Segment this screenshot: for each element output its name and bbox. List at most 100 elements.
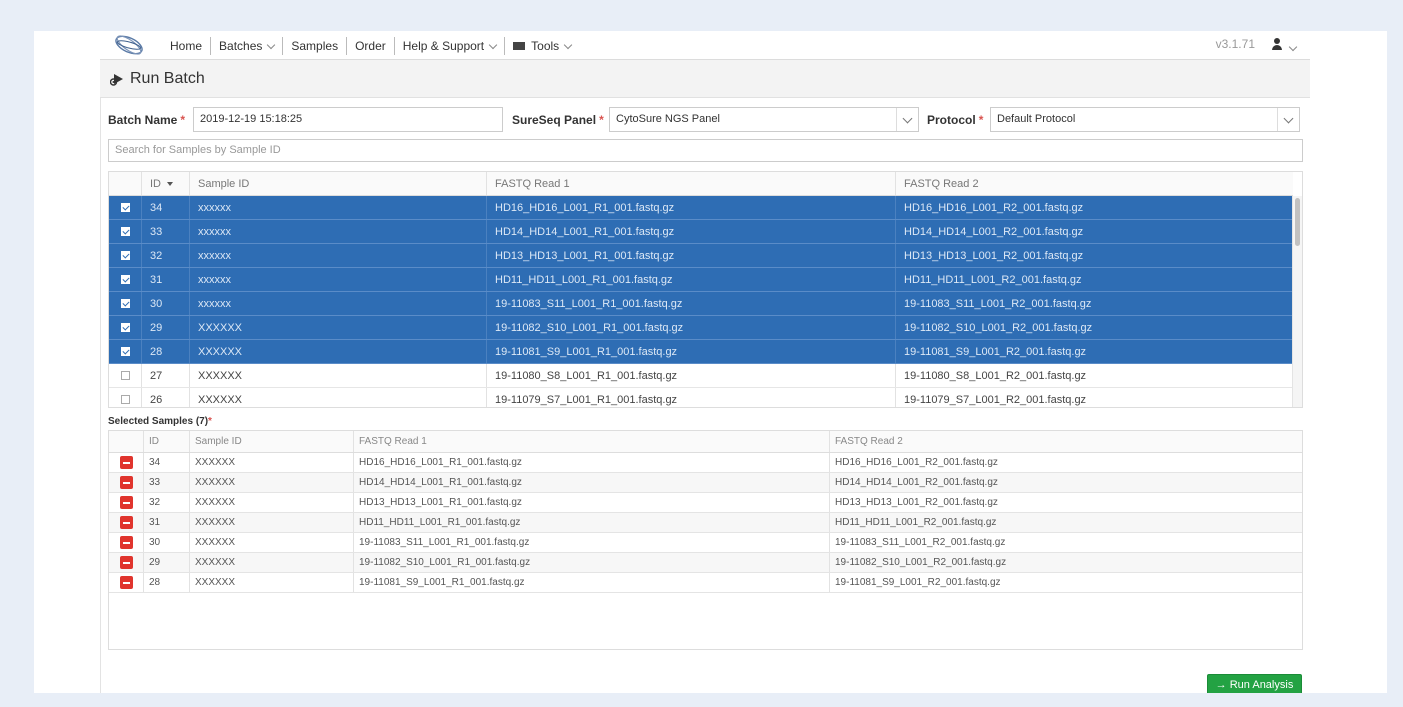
cell-id: 28 <box>144 573 190 592</box>
cell-read1: 19-11082_S10_L001_R1_001.fastq.gz <box>354 553 830 572</box>
nav-label: Home <box>170 39 203 53</box>
cell-read1: HD13_HD13_L001_R1_001.fastq.gz <box>354 493 830 512</box>
remove-sample-button[interactable] <box>119 536 133 549</box>
nav-help-support[interactable]: Help & Support <box>393 37 504 55</box>
cell-read1: 19-11081_S9_L001_R1_001.fastq.gz <box>354 573 830 592</box>
cell-sample-id: XXXXXX <box>190 533 354 552</box>
remove-sample-button[interactable] <box>119 456 133 469</box>
nav-tools[interactable]: Tools <box>504 37 579 55</box>
checkbox-checked[interactable] <box>120 250 130 260</box>
column-header-fastq-read-2: FASTQ Read 2 <box>835 436 903 447</box>
checkbox-checked[interactable] <box>120 346 130 356</box>
samples-table-header: ID Sample ID FASTQ Read 1 FASTQ Read 2 <box>109 172 1293 196</box>
top-navbar: Home Batches Samples Order Help & Support Too… <box>100 31 1310 60</box>
table-row[interactable]: 28 XXXXXX 19-11081_S9_L001_R1_001.fastq.gz… <box>109 340 1293 364</box>
nav-batches[interactable]: Batches <box>210 37 282 55</box>
cell-id: 30 <box>142 292 190 315</box>
column-header-fastq-read-2[interactable]: FASTQ Read 2 <box>896 172 1293 195</box>
column-header-fastq-read-1[interactable]: FASTQ Read 1 <box>487 172 896 195</box>
cell-read1: 19-11083_S11_L001_R1_001.fastq.gz <box>487 292 896 315</box>
cell-sample-id: xxxxxx <box>190 292 487 315</box>
cell-read2: HD11_HD11_L001_R2_001.fastq.gz <box>835 517 997 528</box>
row-select-cell <box>109 220 142 243</box>
chevron-down-icon <box>896 108 918 131</box>
row-select-cell <box>109 388 142 407</box>
remove-sample-button[interactable] <box>119 516 133 529</box>
sample-search-input[interactable]: Search for Samples by Sample ID <box>108 139 1303 162</box>
cell-read2: HD14_HD14_L001_R2_001.fastq.gz <box>835 477 998 488</box>
cell-sample-id: XXXXXX <box>190 316 487 339</box>
row-select-cell <box>109 196 142 219</box>
cell-read2: HD16_HD16_L001_R2_001.fastq.gz <box>835 457 998 468</box>
cell-read2: HD13_HD13_L001_R2_001.fastq.gz <box>896 244 1293 267</box>
table-row: 29 XXXXXX 19-11082_S10_L001_R1_001.fastq.g… <box>109 553 1302 573</box>
cell-read2: HD11_HD11_L001_R2_001.fastq.gz <box>896 268 1293 291</box>
selected-table-header: ID Sample ID FASTQ Read 1 FASTQ Read 2 <box>109 431 1302 453</box>
table-row: 30 XXXXXX 19-11083_S11_L001_R1_001.fastq.g… <box>109 533 1302 553</box>
cell-sample-id: xxxxxx <box>190 268 487 291</box>
cell-read2: 19-11082_S10_L001_R2_001.fastq.gz <box>896 316 1293 339</box>
table-row[interactable]: 32 xxxxxx HD13_HD13_L001_R1_001.fastq.gz HD… <box>109 244 1293 268</box>
remove-sample-button[interactable] <box>119 496 133 509</box>
cell-read1: 19-11082_S10_L001_R1_001.fastq.gz <box>487 316 896 339</box>
table-row[interactable]: 34 xxxxxx HD16_HD16_L001_R1_001.fastq.gz HD… <box>109 196 1293 220</box>
cell-read2: HD16_HD16_L001_R2_001.fastq.gz <box>896 196 1293 219</box>
cell-sample-id: XXXXXX <box>190 513 354 532</box>
remove-cell <box>109 513 144 532</box>
logo-icon[interactable] <box>112 33 146 57</box>
remove-cell <box>109 553 144 572</box>
column-header-sample-id: Sample ID <box>190 431 354 452</box>
checkbox-checked[interactable] <box>120 322 130 332</box>
table-row: 32 XXXXXX HD13_HD13_L001_R1_001.fastq.gz HD… <box>109 493 1302 513</box>
main-nav: Home Batches Samples Order Help & Support Too… <box>162 37 579 55</box>
remove-cell <box>109 573 144 592</box>
remove-sample-button[interactable] <box>119 476 133 489</box>
table-row: 33 XXXXXX HD14_HD14_L001_R1_001.fastq.gz HD… <box>109 473 1302 493</box>
cell-read2: 19-11079_S7_L001_R2_001.fastq.gz <box>904 394 1087 406</box>
toolbox-icon <box>513 42 526 50</box>
nav-home[interactable]: Home <box>162 37 210 55</box>
remove-sample-button[interactable] <box>119 556 133 569</box>
samples-table-scrollbar[interactable] <box>1292 196 1302 407</box>
cell-sample-id: XXXXXX <box>190 553 354 572</box>
nav-label: Samples <box>291 39 339 53</box>
table-row[interactable]: 27 XXXXXX 19-11080_S8_L001_R1_001.fastq.gz… <box>109 364 1293 388</box>
table-row[interactable]: 30 xxxxxx 19-11083_S11_L001_R1_001.fastq.g… <box>109 292 1293 316</box>
row-select-cell <box>109 340 142 363</box>
cell-sample-id: XXXXXX <box>190 453 354 472</box>
cell-read1: HD11_HD11_L001_R1_001.fastq.gz <box>354 513 830 532</box>
nav-samples[interactable]: Samples <box>282 37 346 55</box>
cell-read2: 19-11081_S9_L001_R2_001.fastq.gz <box>896 340 1293 363</box>
cell-id: 29 <box>142 316 190 339</box>
sureseq-panel-select[interactable]: CytoSure NGS Panel <box>609 107 919 132</box>
nav-order[interactable]: Order <box>346 37 394 55</box>
checkbox-checked[interactable] <box>120 226 130 236</box>
checkbox-checked[interactable] <box>120 202 130 212</box>
protocol-select[interactable]: Default Protocol <box>990 107 1300 132</box>
table-row[interactable]: 26 XXXXXX 19-11079_S7_L001_R1_001.fastq.gz… <box>109 388 1293 407</box>
checkbox-checked[interactable] <box>120 298 130 308</box>
remove-sample-button[interactable] <box>119 576 133 589</box>
column-header-id[interactable]: ID <box>142 172 190 195</box>
chevron-down-icon <box>267 40 276 49</box>
batch-name-input[interactable]: 2019-12-19 15:18:25 <box>193 107 503 132</box>
table-row[interactable]: 33 xxxxxx HD14_HD14_L001_R1_001.fastq.gz HD… <box>109 220 1293 244</box>
column-header-sample-id[interactable]: Sample ID <box>190 172 487 195</box>
cell-sample-id: xxxxxx <box>190 196 487 219</box>
checkbox-checked[interactable] <box>120 274 130 284</box>
checkbox-unchecked[interactable] <box>120 370 130 380</box>
cell-read2: 19-11081_S9_L001_R2_001.fastq.gz <box>835 577 1001 588</box>
page-title: Run Batch <box>130 70 205 87</box>
cell-read1: 19-11083_S11_L001_R1_001.fastq.gz <box>354 533 830 552</box>
cell-id: 29 <box>144 553 190 572</box>
table-row[interactable]: 29 XXXXXX 19-11082_S10_L001_R1_001.fastq.g… <box>109 316 1293 340</box>
cell-id: 30 <box>144 533 190 552</box>
cell-sample-id: xxxxxx <box>190 220 487 243</box>
run-analysis-button[interactable]: → Run Analysis <box>1207 674 1302 693</box>
cell-sample-id: xxxxxx <box>190 244 487 267</box>
checkbox-unchecked[interactable] <box>120 394 130 404</box>
table-row[interactable]: 31 xxxxxx HD11_HD11_L001_R1_001.fastq.gz HD… <box>109 268 1293 292</box>
user-menu[interactable] <box>1271 38 1298 52</box>
page-header: Run Batch <box>100 60 1310 98</box>
scrollbar-thumb[interactable] <box>1295 198 1300 246</box>
